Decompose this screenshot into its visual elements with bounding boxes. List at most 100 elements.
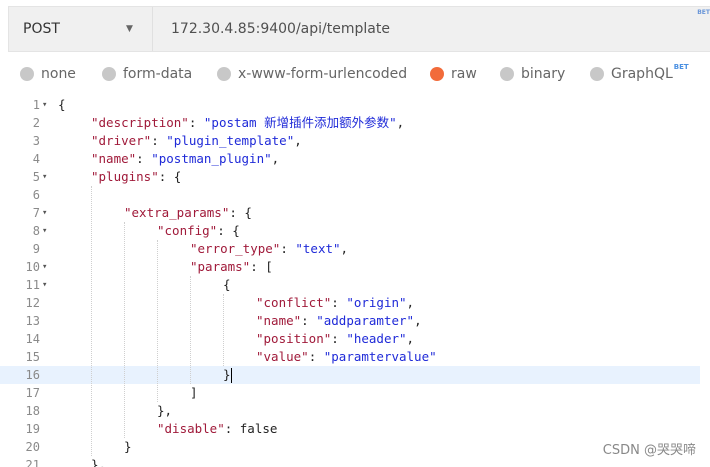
radio-label: form-data bbox=[123, 66, 193, 82]
watermark: CSDN @哭哭啼 bbox=[602, 443, 696, 458]
json-key: "conflict" bbox=[256, 295, 332, 310]
code-line[interactable]: 19 "disable": false bbox=[0, 420, 700, 438]
code-text: "conflict": "origin", bbox=[256, 294, 414, 312]
json-punctuation: , bbox=[406, 295, 415, 310]
radio-unselected-icon[interactable] bbox=[20, 67, 34, 81]
json-punctuation: } bbox=[124, 439, 132, 454]
fold-caret-icon[interactable]: ▾ bbox=[42, 168, 52, 186]
code-line[interactable]: 2 "description": "postam 新增插件添加额外参数", bbox=[0, 114, 700, 132]
json-punctuation: }, bbox=[157, 403, 173, 418]
fold-caret-icon[interactable]: ▾ bbox=[42, 258, 52, 276]
line-number: 14 bbox=[25, 332, 40, 346]
radio-label: none bbox=[41, 66, 76, 82]
code-line[interactable]: 12 "conflict": "origin", bbox=[0, 294, 700, 312]
body-type-radio-none[interactable]: none bbox=[20, 60, 76, 88]
line-number: 11 bbox=[25, 278, 40, 292]
json-string: "header" bbox=[346, 331, 407, 346]
radio-unselected-icon[interactable] bbox=[217, 67, 231, 81]
code-line[interactable]: 18}, bbox=[0, 402, 700, 420]
json-punctuation: }, bbox=[91, 457, 107, 467]
code-line[interactable]: 20} bbox=[0, 438, 700, 456]
code-line[interactable]: 9 "error_type": "text", bbox=[0, 240, 700, 258]
radio-unselected-icon[interactable] bbox=[590, 67, 604, 81]
json-string: "addparamter" bbox=[316, 313, 415, 328]
radio-label: x-www-form-urlencoded bbox=[238, 66, 408, 82]
code-line[interactable]: 4 "name": "postman_plugin", bbox=[0, 150, 700, 168]
code-text: "description": "postam 新增插件添加额外参数", bbox=[91, 114, 404, 132]
radio-label: binary bbox=[521, 66, 566, 82]
code-line[interactable]: 11 ▾ { bbox=[0, 276, 700, 294]
code-line[interactable]: 14 "position": "header", bbox=[0, 330, 700, 348]
code-line[interactable]: 16} bbox=[0, 366, 700, 384]
chevron-down-icon: ▼ bbox=[126, 24, 133, 34]
body-type-radio-binary[interactable]: binary bbox=[500, 60, 565, 88]
fold-caret-icon[interactable]: ▾ bbox=[42, 96, 52, 114]
json-string: "postman_plugin" bbox=[151, 151, 272, 166]
json-punctuation: : bbox=[301, 313, 317, 328]
code-line[interactable]: 13 "name": "addparamter", bbox=[0, 312, 700, 330]
json-key: "plugins" bbox=[91, 169, 159, 184]
json-punctuation: : { bbox=[158, 169, 182, 184]
json-punctuation: , bbox=[271, 151, 280, 166]
json-string: "origin" bbox=[346, 295, 407, 310]
body-type-radio-x-www-form-urlencoded[interactable]: x-www-form-urlencoded bbox=[217, 60, 407, 88]
indent-guide bbox=[124, 222, 125, 438]
code-line[interactable]: 1 ▾ { bbox=[0, 96, 700, 114]
line-number: 1 bbox=[32, 98, 40, 112]
code-text: "value": "paramtervalue" bbox=[256, 348, 437, 366]
code-line[interactable]: 10 ▾ "params": [ bbox=[0, 258, 700, 276]
code-text: { bbox=[223, 276, 231, 294]
fold-caret-icon[interactable]: ▾ bbox=[42, 222, 52, 240]
code-editor[interactable]: 1 ▾{2 "description": "postam 新增插件添加额外参数", 3… bbox=[0, 94, 710, 467]
code-line[interactable]: 21}, bbox=[0, 456, 700, 467]
json-key: "value" bbox=[256, 349, 309, 364]
code-line[interactable]: 8 ▾ "config": { bbox=[0, 222, 700, 240]
code-line[interactable]: 17] bbox=[0, 384, 700, 402]
line-number: 8 bbox=[32, 224, 40, 238]
json-punctuation: , bbox=[340, 241, 349, 256]
code-text: "extra_params": { bbox=[124, 204, 252, 222]
line-number: 13 bbox=[25, 314, 40, 328]
line-number: 21 bbox=[25, 458, 40, 467]
code-text: "error_type": "text", bbox=[190, 240, 348, 258]
code-line[interactable]: 7 ▾ "extra_params": { bbox=[0, 204, 700, 222]
line-number: 6 bbox=[32, 188, 40, 202]
body-type-radio-raw[interactable]: raw bbox=[430, 60, 477, 88]
code-text: "name": "addparamter", bbox=[256, 312, 422, 330]
json-punctuation: : bbox=[308, 349, 324, 364]
fold-caret-icon[interactable]: ▾ bbox=[42, 204, 52, 222]
beta-tag: BET bbox=[673, 63, 689, 71]
code-text: "plugins": { bbox=[91, 168, 181, 186]
line-number: 18 bbox=[25, 404, 40, 418]
code-text: }, bbox=[157, 402, 172, 420]
code-line[interactable]: 15 "value": "paramtervalue" bbox=[0, 348, 700, 366]
fold-caret-icon[interactable]: ▾ bbox=[42, 276, 52, 294]
line-number: 19 bbox=[25, 422, 40, 436]
url-overflow-text: BET bbox=[697, 9, 710, 16]
request-url-bar: POST ▼ 172.30.4.85:9400/api/template BET bbox=[8, 6, 710, 52]
body-type-radio-form-data[interactable]: form-data bbox=[102, 60, 192, 88]
line-number: 2 bbox=[32, 116, 40, 130]
line-number: 15 bbox=[25, 350, 40, 364]
radio-unselected-icon[interactable] bbox=[102, 67, 116, 81]
json-punctuation: : bbox=[151, 133, 167, 148]
json-key: "disable" bbox=[157, 421, 225, 436]
line-number: 12 bbox=[25, 296, 40, 310]
body-type-radio-graphql[interactable]: GraphQL BET bbox=[590, 60, 689, 88]
code-line[interactable]: 5 ▾ "plugins": { bbox=[0, 168, 700, 186]
code-line[interactable]: 3 "driver": "plugin_template", bbox=[0, 132, 700, 150]
json-key: "error_type" bbox=[190, 241, 281, 256]
code-line[interactable]: 6 bbox=[0, 186, 700, 204]
radio-selected-icon[interactable] bbox=[430, 67, 444, 81]
radio-unselected-icon[interactable] bbox=[500, 67, 514, 81]
code-text: } bbox=[124, 438, 132, 456]
url-input[interactable]: 172.30.4.85:9400/api/template bbox=[171, 7, 390, 51]
radio-label: raw bbox=[451, 66, 477, 82]
code-text: } bbox=[223, 366, 231, 384]
json-key: "position" bbox=[256, 331, 332, 346]
json-punctuation: : false bbox=[224, 421, 278, 436]
method-select[interactable]: POST ▼ bbox=[9, 7, 153, 51]
code-text: "name": "postman_plugin", bbox=[91, 150, 279, 168]
code-text: }, bbox=[91, 456, 106, 467]
radio-label: GraphQL bbox=[611, 66, 673, 82]
